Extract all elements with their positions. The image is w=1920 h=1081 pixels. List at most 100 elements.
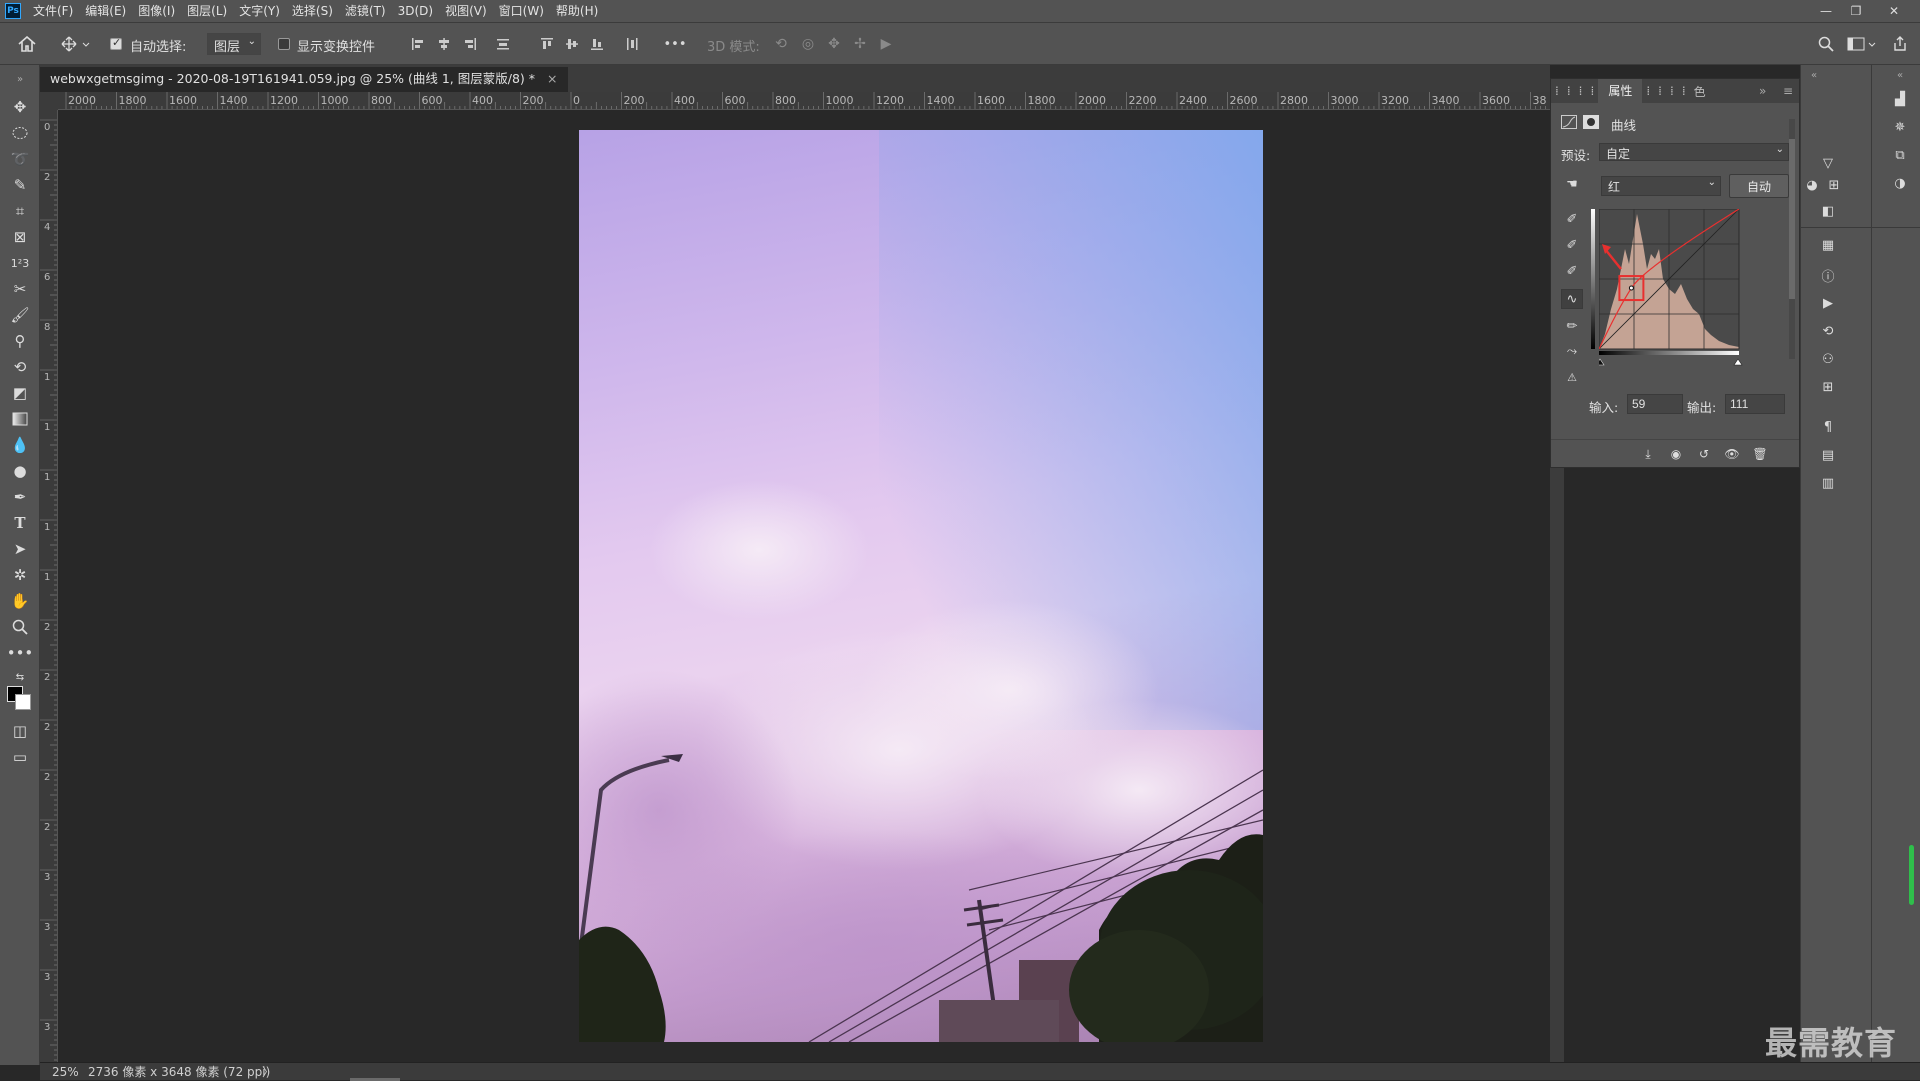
zoom-tool-icon[interactable]	[6, 615, 34, 639]
menu-select[interactable]: 选择(S)	[286, 0, 339, 22]
brightness-contrast-icon[interactable]: ◑	[1889, 173, 1911, 193]
hue-saturation-icon[interactable]: ◕	[1801, 175, 1823, 195]
curve-point-tool-icon[interactable]: ∿	[1561, 289, 1583, 309]
status-menu-arrow[interactable]: 〉	[262, 1063, 274, 1081]
grid-icon[interactable]: ⊞	[1823, 175, 1845, 195]
distribute-horizontal-icon[interactable]	[622, 32, 642, 56]
restore-button[interactable]: ❐	[1842, 0, 1870, 22]
menu-edit[interactable]: 编辑(E)	[79, 0, 132, 22]
close-document-icon[interactable]: ×	[547, 71, 557, 86]
info-icon[interactable]: ⓘ	[1817, 265, 1839, 285]
share-icon[interactable]	[1889, 32, 1911, 56]
pan-3d-icon[interactable]: ✥	[823, 32, 845, 56]
show-transform-checkbox[interactable]	[278, 38, 290, 50]
align-middle-icon[interactable]	[562, 32, 582, 56]
edit-toolbar-icon[interactable]: •••	[6, 641, 34, 665]
document-image[interactable]	[579, 130, 1263, 1042]
panel-tab-8[interactable]: ⁞	[1678, 84, 1690, 98]
custom-shape-tool-icon[interactable]: ✲	[6, 563, 34, 587]
black-input-slider[interactable]	[1599, 358, 1605, 366]
clone-stamp-tool-icon[interactable]: ⚲	[6, 329, 34, 353]
filter-icon[interactable]: ▽	[1817, 153, 1839, 173]
collapse-panel-icon[interactable]: «	[1889, 65, 1911, 85]
menu-window[interactable]: 窗口(W)	[493, 0, 550, 22]
home-icon[interactable]	[14, 32, 40, 56]
hand-tool-icon[interactable]: ✋	[6, 589, 34, 613]
white-point-eyedropper-icon[interactable]: ✐	[1561, 261, 1583, 281]
panel-tab-6[interactable]: ⁞	[1654, 84, 1666, 98]
panel-tab-5[interactable]: ⁞	[1642, 84, 1654, 98]
ruler-origin[interactable]	[40, 92, 58, 110]
curves-graph[interactable]	[1599, 209, 1749, 369]
black-point-eyedropper-icon[interactable]: ✐	[1561, 209, 1583, 229]
tab-properties[interactable]: 属性	[1598, 79, 1643, 103]
align-left-icon[interactable]	[408, 32, 428, 56]
tab-color[interactable]: 色	[1690, 83, 1710, 100]
menu-help[interactable]: 帮助(H)	[550, 0, 604, 22]
paragraph-icon[interactable]: ¶	[1817, 417, 1839, 437]
auto-button[interactable]: 自动	[1729, 174, 1789, 198]
menu-layer[interactable]: 图层(L)	[181, 0, 233, 22]
count-tool-icon[interactable]: 1²3	[6, 251, 34, 275]
panel-expand-icon[interactable]: »	[1759, 84, 1766, 98]
align-top-icon[interactable]	[537, 32, 557, 56]
panel-tab-4[interactable]: ⁞	[1586, 84, 1598, 98]
panel-tab-3[interactable]: ⁞	[1575, 84, 1587, 98]
actions-play-icon[interactable]: ▶	[1817, 293, 1839, 313]
input-value-field[interactable]	[1627, 394, 1683, 414]
screen-mode-icon[interactable]: ▭	[6, 745, 34, 769]
gray-point-eyedropper-icon[interactable]: ✐	[1561, 235, 1583, 255]
panel-menu-icon[interactable]: ≡	[1783, 84, 1793, 98]
roll-3d-icon[interactable]: ◎	[797, 32, 819, 56]
slide-3d-icon[interactable]: ✢	[849, 32, 871, 56]
gradient-tool-icon[interactable]	[6, 407, 34, 431]
more-options-button[interactable]: •••	[662, 32, 688, 56]
zoom-level[interactable]: 25%	[52, 1063, 79, 1081]
move-tool-preset-icon[interactable]	[58, 32, 94, 56]
reset-icon[interactable]: ↺	[1695, 446, 1713, 462]
quick-selection-tool-icon[interactable]: ✎	[6, 173, 34, 197]
pencil-draw-curve-icon[interactable]: ✏	[1561, 316, 1583, 336]
collapse-dock-icon[interactable]: «	[1803, 65, 1825, 85]
properties-scrollbar-thumb[interactable]	[1789, 139, 1795, 299]
notes-icon[interactable]: ▥	[1817, 473, 1839, 493]
canvas-area[interactable]	[58, 110, 1550, 1062]
align-bottom-icon[interactable]	[587, 32, 607, 56]
collapse-toolbar-icon[interactable]: »	[6, 67, 34, 91]
panel-tab-1[interactable]: ⁞	[1551, 84, 1563, 98]
menu-filter[interactable]: 滤镜(T)	[339, 0, 392, 22]
workspace-switcher-icon[interactable]	[1845, 32, 1879, 56]
document-tab[interactable]: webwxgetmsgimg - 2020-08-19T161941.059.j…	[40, 65, 568, 92]
table-icon[interactable]: ⊞	[1817, 377, 1839, 397]
camera-3d-icon[interactable]: ▶	[875, 32, 897, 56]
clip-to-layer-icon[interactable]: ⤓	[1639, 446, 1657, 462]
panel-tab-2[interactable]: ⁞	[1563, 84, 1575, 98]
auto-select-checkbox[interactable]	[110, 36, 122, 50]
brush-tool-icon[interactable]: 🖌	[6, 303, 34, 327]
paths-icon[interactable]: ⚇	[1817, 349, 1839, 369]
move-tool-icon[interactable]: ✥	[6, 95, 34, 119]
curve-control-point[interactable]	[1628, 285, 1634, 291]
search-icon[interactable]	[1815, 32, 1837, 56]
distribute-vertical-icon[interactable]	[493, 32, 513, 56]
frame-tool-icon[interactable]: ⊠	[6, 225, 34, 249]
history-brush-tool-icon[interactable]: ⟲	[6, 355, 34, 379]
quick-mask-icon[interactable]: ◫	[6, 719, 34, 743]
white-input-slider[interactable]	[1733, 358, 1743, 366]
menu-view[interactable]: 视图(V)	[439, 0, 493, 22]
eraser-tool-icon[interactable]: ◩	[6, 381, 34, 405]
orbit-3d-icon[interactable]: ⟲	[770, 32, 792, 56]
clipping-warning-icon[interactable]: ⚠	[1561, 367, 1583, 387]
close-window-button[interactable]: ✕	[1880, 0, 1908, 22]
healing-brush-tool-icon[interactable]: ✂	[6, 277, 34, 301]
character-styles-icon[interactable]: ▤	[1817, 445, 1839, 465]
preset-dropdown[interactable]: 自定 ⌄	[1599, 143, 1789, 161]
channel-dropdown[interactable]: 红 ⌄	[1601, 176, 1721, 196]
lasso-tool-icon[interactable]: ➰	[6, 147, 34, 171]
adjustments-icon[interactable]: ▦	[1817, 235, 1839, 255]
minimize-button[interactable]: —	[1812, 0, 1840, 22]
auto-select-target-dropdown[interactable]: 图层 ⌄	[207, 33, 261, 55]
menu-image[interactable]: 图像(I)	[132, 0, 181, 22]
delete-layer-icon[interactable]: 🗑	[1751, 446, 1769, 462]
path-selection-tool-icon[interactable]: ➤	[6, 537, 34, 561]
